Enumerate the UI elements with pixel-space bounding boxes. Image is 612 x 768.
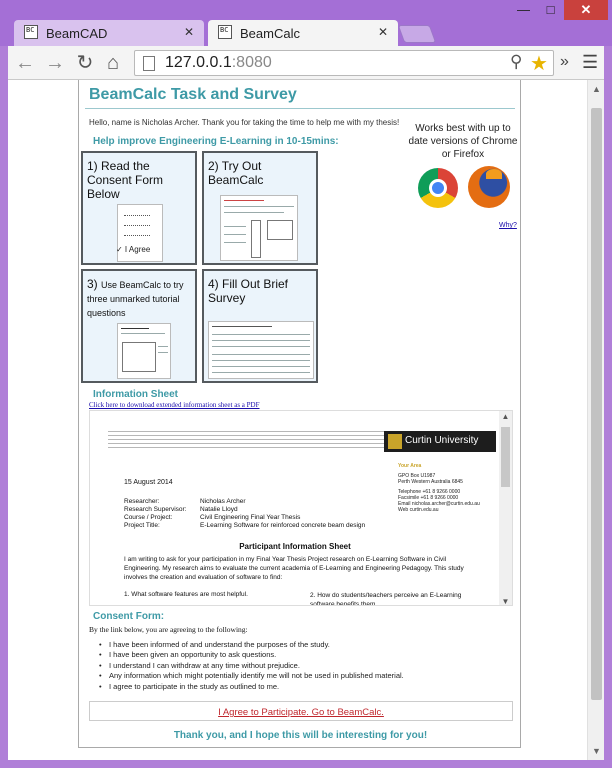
letter-date: 15 August 2014 <box>124 479 173 486</box>
step-read-consent[interactable]: 1) Read the Consent Form Below ✓ I Agree <box>81 151 197 265</box>
menu-icon[interactable]: ☰ <box>582 52 598 73</box>
step-fill-survey[interactable]: 4) Fill Out Brief Survey <box>202 269 318 383</box>
participant-sheet-body: I am writing to ask for your participati… <box>124 556 464 581</box>
home-icon[interactable]: ⌂ <box>102 52 124 74</box>
close-window-icon[interactable]: ✕ <box>564 0 608 20</box>
participant-sheet-title: Participant Information Sheet <box>239 542 351 551</box>
consent-form-heading: Consent Form: <box>93 611 165 622</box>
consent-form-thumbnail: ✓ I Agree <box>116 204 163 262</box>
back-icon[interactable]: ← <box>14 52 36 74</box>
beamcad-favicon-icon: BC <box>24 25 38 39</box>
scroll-up-icon[interactable]: ▲ <box>588 84 605 94</box>
extensions-chevron-icon[interactable]: » <box>560 53 569 71</box>
tab-close-icon[interactable]: ✕ <box>184 25 194 39</box>
letterhead-address: Your Area GPO Box U1987 Perth Western Au… <box>398 463 480 513</box>
step-title: 1) Read the Consent Form Below <box>87 159 164 201</box>
tab-close-icon[interactable]: ✕ <box>378 25 388 39</box>
beamcalc-thumbnail <box>220 195 298 261</box>
minimize-icon[interactable]: — <box>510 0 537 20</box>
step-title: 3) Use BeamCalc to try three unmarked tu… <box>87 277 184 318</box>
step-try-beamcalc[interactable]: 2) Try Out BeamCalc <box>202 151 318 265</box>
divider <box>85 108 515 109</box>
consent-list: I have been informed of and understand t… <box>99 640 404 692</box>
tutorial-thumbnail <box>117 323 171 379</box>
scrollbar-thumb[interactable] <box>501 427 510 487</box>
address-bar[interactable]: 127.0.0.1:8080 ⚲ ★ <box>134 50 554 76</box>
scrollbar-thumb[interactable] <box>591 108 602 700</box>
page-viewport: BeamCalc Task and Survey Hello, name is … <box>8 80 604 760</box>
curtin-logo: Curtin University <box>384 431 496 452</box>
why-link[interactable]: Why? <box>499 222 517 229</box>
step-tutorial-questions[interactable]: 3) Use BeamCalc to try three unmarked tu… <box>81 269 197 383</box>
list-item: I have been informed of and understand t… <box>99 640 404 651</box>
window-controls: — □ ✕ <box>510 0 608 22</box>
new-tab-button[interactable] <box>397 25 437 43</box>
list-item: I agree to participate in the study as o… <box>99 682 404 693</box>
search-icon[interactable]: ⚲ <box>510 52 522 72</box>
pdf-viewer[interactable]: Curtin University Your Area GPO Box U198… <box>89 410 513 606</box>
pdf-scrollbar[interactable]: ▲ ▼ <box>499 411 512 605</box>
tab-beamcalc[interactable]: BC BeamCalc ✕ <box>208 20 398 46</box>
research-question: 1. What software features are most helpf… <box>124 591 248 598</box>
browser-recommendation: Works best with up to date versions of C… <box>408 123 518 160</box>
scroll-up-icon[interactable]: ▲ <box>499 412 512 421</box>
beamcalc-favicon-icon: BC <box>218 25 232 39</box>
survey-thumbnail <box>208 321 314 379</box>
url-text: 127.0.0.1:8080 <box>165 54 272 71</box>
list-item: Any information which might potentially … <box>99 671 404 682</box>
browser-toolbar: ← → ↻ ⌂ 127.0.0.1:8080 ⚲ ★ » ☰ <box>8 46 604 80</box>
firefox-logo-icon <box>468 166 510 208</box>
reload-icon[interactable]: ↻ <box>74 52 96 74</box>
page-icon <box>143 56 155 71</box>
agree-participate-link[interactable]: I Agree to Participate. Go to BeamCalc. <box>218 707 384 718</box>
title-bar: — □ ✕ BC BeamCAD ✕ BC BeamCalc ✕ <box>0 0 612 46</box>
agree-checkmark-text: ✓ I Agree <box>116 245 151 254</box>
information-sheet-heading: Information Sheet <box>93 389 179 400</box>
scroll-down-icon[interactable]: ▼ <box>499 597 512 605</box>
list-item: I have been given an opportunity to ask … <box>99 650 404 661</box>
thank-you-text: Thank you, and I hope this will be inter… <box>173 730 428 741</box>
letterhead-stripes <box>108 431 388 449</box>
step-title: 4) Fill Out Brief Survey <box>208 277 289 305</box>
curtin-crest-icon <box>388 434 402 449</box>
help-heading: Help improve Engineering E-Learning in 1… <box>93 136 339 147</box>
research-question: 2. How do students/teachers perceive an … <box>310 592 462 606</box>
tab-beamcad[interactable]: BC BeamCAD ✕ <box>14 20 204 46</box>
maximize-icon[interactable]: □ <box>537 0 564 20</box>
tab-label: BeamCAD <box>46 26 108 41</box>
tab-label: BeamCalc <box>240 26 300 41</box>
consent-intro: By the link below, you are agreeing to t… <box>89 625 248 634</box>
scroll-down-icon[interactable]: ▼ <box>588 746 605 756</box>
page-scrollbar[interactable]: ▲ ▼ <box>587 80 604 760</box>
greeting-text: Hello, name is Nicholas Archer. Thank yo… <box>89 118 400 127</box>
page-title: BeamCalc Task and Survey <box>89 86 297 103</box>
forward-icon[interactable]: → <box>44 52 66 74</box>
list-item: I understand I can withdraw at any time … <box>99 661 404 672</box>
chrome-logo-icon <box>418 168 458 208</box>
download-pdf-link[interactable]: Click here to download extended informat… <box>89 401 260 409</box>
bookmark-star-icon[interactable]: ★ <box>530 51 548 76</box>
agree-box: I Agree to Participate. Go to BeamCalc. <box>89 701 513 721</box>
page-container: BeamCalc Task and Survey Hello, name is … <box>78 80 521 748</box>
step-title: 2) Try Out BeamCalc <box>208 159 264 187</box>
